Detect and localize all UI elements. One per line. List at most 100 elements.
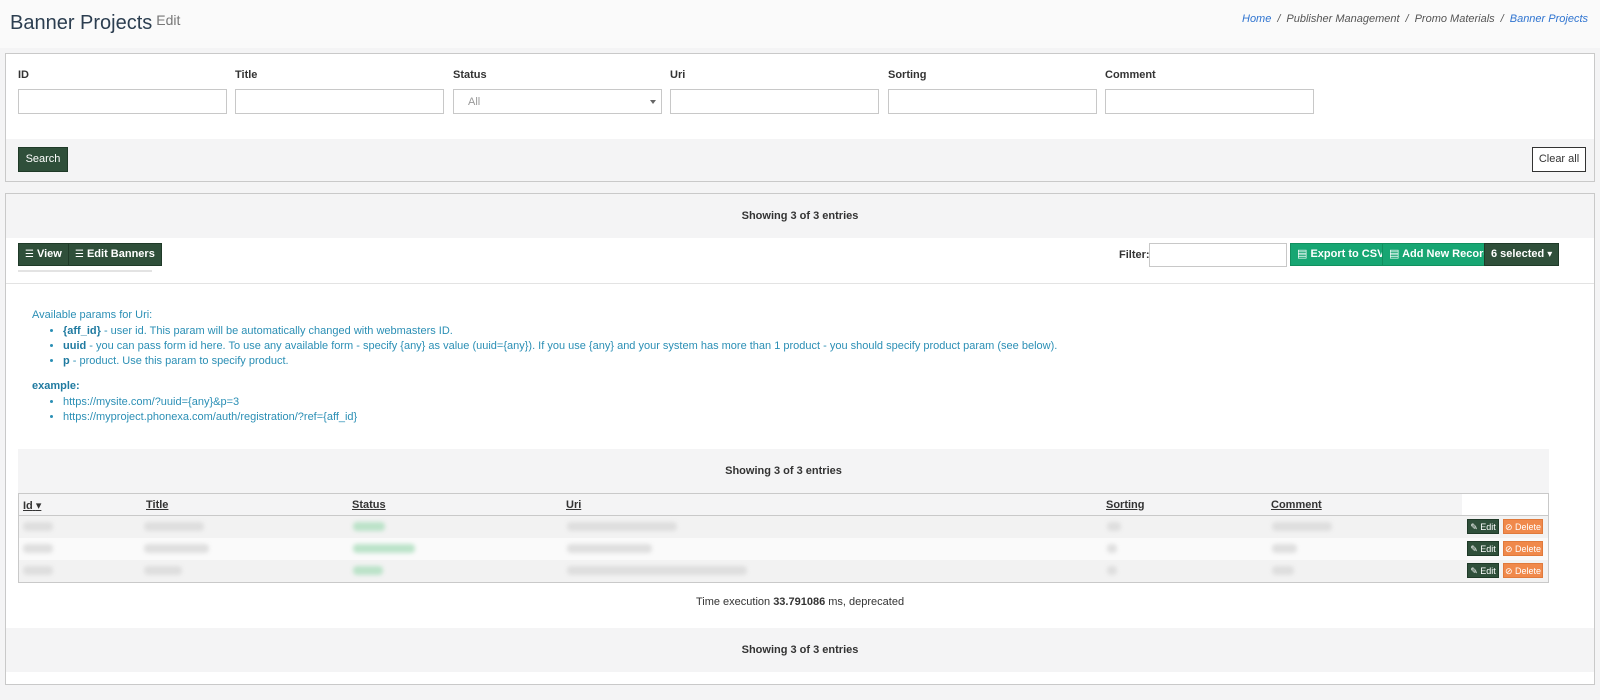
grid-toolbar: ☰ View ☰ Edit Banners Filter: ▤ Export to …: [6, 238, 1594, 284]
edit-button-label: Edit: [1480, 566, 1496, 576]
uri-label: Uri: [670, 69, 686, 81]
edit-banners-button[interactable]: ☰ Edit Banners: [68, 243, 162, 266]
edit-button[interactable]: ✎ Edit: [1467, 563, 1499, 578]
add-new-record-button[interactable]: ▤ Add New Record: [1382, 243, 1498, 266]
toolbar-divider: [18, 270, 152, 272]
blurred-cell: [1272, 544, 1297, 553]
blurred-cell: [23, 544, 53, 553]
pencil-icon: ✎: [1470, 522, 1478, 532]
page-header: Banner Projects Edit Home / Publisher Manag…: [0, 0, 1600, 48]
list-icon: ☰: [25, 249, 34, 260]
blurred-cell: [144, 522, 204, 531]
column-header-status[interactable]: Status: [352, 499, 386, 511]
table-row: ✎ Edit ⊘ Delete: [19, 560, 1548, 582]
param-desc: - user id. This param will be automatica…: [100, 325, 453, 337]
param-desc: - product. Use this param to specify pro…: [69, 355, 289, 367]
pencil-icon: ✎: [1470, 566, 1478, 576]
export-csv-label: Export to CSV: [1310, 248, 1385, 260]
edit-button[interactable]: ✎ Edit: [1467, 541, 1499, 556]
edit-button-label: Edit: [1480, 544, 1496, 554]
breadcrumb-home[interactable]: Home: [1242, 13, 1271, 25]
filter-input[interactable]: [1149, 243, 1287, 267]
example-item: https://mysite.com/?uuid={any}&p=3: [63, 395, 1572, 410]
column-header-title[interactable]: Title: [146, 499, 168, 511]
clear-all-button[interactable]: Clear all: [1532, 147, 1586, 172]
page-title-text: Banner Projects: [10, 12, 153, 34]
delete-button-label: Delete: [1515, 544, 1542, 554]
uri-params-info: Available params for Uri: {aff_id} - use…: [32, 308, 1572, 425]
id-label: ID: [18, 69, 29, 81]
param-item: uuid - you can pass form id here. To use…: [63, 339, 1572, 354]
table-row: ✎ Edit ⊘ Delete: [19, 538, 1548, 560]
pencil-icon: ✎: [1470, 544, 1478, 554]
title-input[interactable]: [235, 89, 444, 114]
uri-input[interactable]: [670, 89, 879, 114]
delete-button-label: Delete: [1515, 522, 1542, 532]
delete-button[interactable]: ⊘ Delete: [1503, 541, 1543, 556]
info-heading: Available params for Uri:: [32, 309, 153, 321]
delete-button-label: Delete: [1515, 566, 1542, 576]
sort-desc-icon: ▾: [35, 500, 42, 512]
blurred-cell: [567, 544, 652, 553]
time-execution-value: 33.791086: [773, 596, 826, 608]
param-item: {aff_id} - user id. This param will be a…: [63, 324, 1572, 339]
blurred-cell: [1107, 522, 1121, 531]
column-header-id[interactable]: Id ▾: [23, 499, 41, 512]
blurred-cell: [353, 544, 415, 553]
breadcrumb-current[interactable]: Banner Projects: [1510, 13, 1588, 25]
title-label: Title: [235, 69, 258, 81]
summary-bottom: Showing 3 of 3 entries: [6, 628, 1594, 672]
param-name: {aff_id}: [63, 325, 101, 337]
status-select[interactable]: All: [453, 89, 662, 114]
example-heading: example:: [32, 380, 80, 392]
caret-down-icon: [650, 100, 656, 104]
blurred-cell: [353, 566, 383, 575]
blurred-cell: [23, 566, 53, 575]
file-icon: ▤: [1389, 248, 1400, 260]
column-header-comment[interactable]: Comment: [1271, 499, 1322, 511]
param-name: uuid: [63, 340, 87, 352]
time-execution-prefix: Time execution: [695, 596, 774, 608]
add-new-record-label: Add New Record: [1402, 248, 1491, 260]
search-button[interactable]: Search: [18, 147, 68, 172]
row-actions: ✎ Edit ⊘ Delete: [1467, 519, 1547, 535]
edit-button-label: Edit: [1480, 522, 1496, 532]
row-actions: ✎ Edit ⊘ Delete: [1467, 541, 1547, 557]
view-button-label: View: [36, 248, 62, 260]
page-title: Banner Projects Edit: [10, 12, 180, 35]
selected-columns-dropdown[interactable]: 6 selected ▾: [1484, 243, 1560, 266]
blurred-cell: [567, 522, 677, 531]
list-icon: ☰: [75, 249, 84, 260]
column-header-uri[interactable]: Uri: [566, 499, 581, 511]
ban-icon: ⊘: [1504, 566, 1513, 576]
param-desc: - you can pass form id here. To use any …: [86, 340, 1058, 352]
blurred-cell: [1107, 566, 1117, 575]
breadcrumb-promo-materials[interactable]: Promo Materials: [1415, 13, 1495, 25]
search-footer: Search Clear all: [6, 139, 1594, 181]
column-header-sorting[interactable]: Sorting: [1106, 499, 1145, 511]
blurred-cell: [353, 522, 385, 531]
status-label: Status: [453, 69, 487, 81]
blurred-cell: [144, 544, 209, 553]
column-header-actions: [1462, 494, 1548, 515]
column-header-id-label: Id: [23, 500, 33, 512]
comment-input[interactable]: [1105, 89, 1314, 114]
time-execution: Time execution 33.791086 ms, deprecated: [6, 596, 1594, 608]
table-header: Id ▾ Title Status Uri Sorting Comment: [19, 494, 1548, 516]
time-execution-suffix: ms, deprecated: [825, 596, 905, 608]
breadcrumb-separator: /: [1405, 13, 1409, 25]
export-csv-button[interactable]: ▤ Export to CSV: [1290, 243, 1392, 266]
edit-banners-button-label: Edit Banners: [86, 248, 155, 260]
sorting-input[interactable]: [888, 89, 1097, 114]
status-select-value: All: [468, 96, 481, 108]
delete-button[interactable]: ⊘ Delete: [1503, 563, 1543, 578]
file-icon: ▤: [1297, 248, 1308, 260]
id-input[interactable]: [18, 89, 227, 114]
breadcrumb-publisher-management[interactable]: Publisher Management: [1286, 13, 1399, 25]
edit-button[interactable]: ✎ Edit: [1467, 519, 1499, 534]
comment-label: Comment: [1105, 69, 1156, 81]
view-button[interactable]: ☰ View: [18, 243, 69, 266]
delete-button[interactable]: ⊘ Delete: [1503, 519, 1543, 534]
blurred-cell: [1272, 522, 1332, 531]
params-list: {aff_id} - user id. This param will be a…: [32, 324, 1572, 369]
